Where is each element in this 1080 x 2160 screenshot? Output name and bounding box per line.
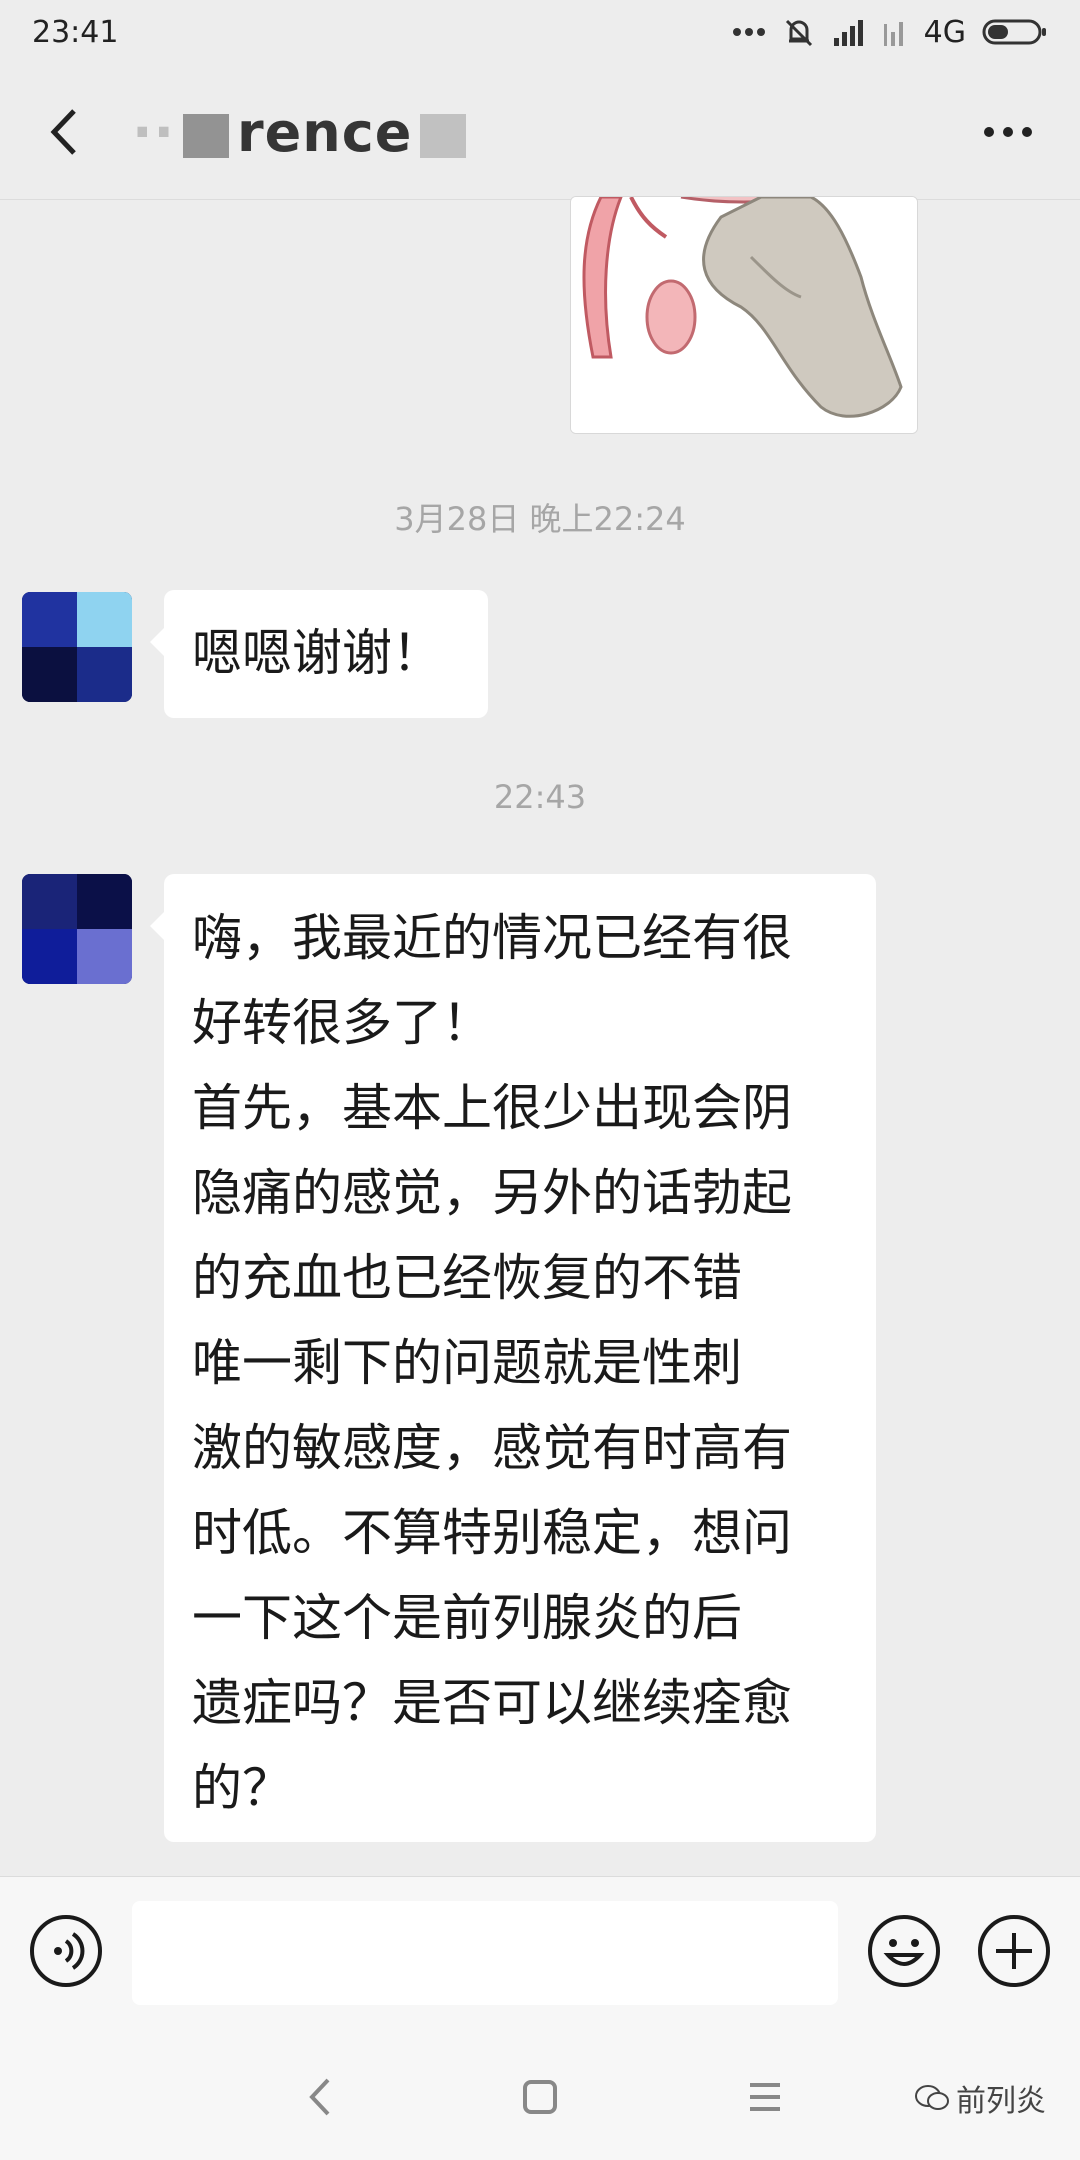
more-notifications-icon — [732, 27, 766, 37]
avatar[interactable] — [22, 592, 132, 702]
voice-icon — [30, 1915, 102, 1987]
avatar[interactable] — [22, 874, 132, 984]
emoji-button[interactable] — [866, 1913, 942, 1989]
network-type: 4G — [923, 14, 966, 50]
message-bubble[interactable]: 嗯嗯谢谢！ — [150, 590, 488, 718]
message-line: 一下这个是前列腺炎的后 — [192, 1589, 742, 1647]
title-mosaic-left: ·· — [132, 100, 176, 164]
emoji-icon — [868, 1915, 940, 1987]
chat-header: ·· rence — [0, 64, 1080, 200]
back-chevron-icon — [50, 109, 76, 155]
message-line: 唯一剩下的问题就是性刺 — [192, 1334, 742, 1392]
back-button[interactable] — [28, 87, 98, 177]
watermark: 前列炎 — [914, 2076, 1046, 2120]
signal-icon — [832, 18, 866, 46]
header-divider — [0, 199, 1080, 200]
message-line: 的？ — [192, 1759, 292, 1817]
message-line: 时低。不算特别稳定，想问 — [192, 1504, 792, 1562]
message-line: 激的敏感度，感觉有时高有 — [192, 1419, 792, 1477]
message-input[interactable] — [132, 1901, 838, 2005]
nav-home-button[interactable] — [515, 2072, 565, 2122]
nav-back-button[interactable] — [296, 2072, 346, 2122]
message-timestamp: 3月28日 晚上22:24 — [394, 500, 686, 538]
plus-icon — [978, 1915, 1050, 1987]
status-time: 23:41 — [32, 14, 119, 50]
title-mosaic — [183, 113, 230, 158]
message-line: 隐痛的感觉，另外的话勃起 — [192, 1164, 792, 1222]
wechat-logo-icon — [915, 2085, 949, 2110]
message-line: 嗨，我最近的情况已经有很 — [192, 909, 792, 967]
message-line: 遗症吗？是否可以继续痊愈 — [192, 1674, 792, 1732]
status-bar: 23:41 4G — [0, 0, 1080, 64]
nav-home-icon — [523, 2080, 557, 2114]
mute-bell-icon — [782, 15, 816, 49]
message-line: 首先，基本上很少出现会阴 — [192, 1079, 792, 1137]
more-functions-button[interactable] — [976, 1913, 1052, 1989]
chat-title: ·· rence — [132, 101, 474, 164]
nav-menu-icon — [750, 2083, 780, 2111]
title-mosaic-right — [420, 113, 467, 158]
more-dots-icon — [984, 127, 1032, 137]
message-line: 的充血也已经恢复的不错 — [192, 1249, 742, 1307]
watermark-text: 前列炎 — [956, 2084, 1046, 2119]
message-timestamp: 22:43 — [493, 778, 587, 816]
message-text: 嗯嗯谢谢！ — [192, 624, 442, 682]
contact-name: rence — [237, 100, 413, 164]
nav-back-icon — [309, 2078, 330, 2116]
status-icons: 4G — [732, 15, 1048, 50]
medical-illustration-image — [571, 197, 917, 433]
more-options-button[interactable] — [976, 100, 1040, 164]
message-line: 好转很多了！ — [192, 994, 492, 1052]
chat-input-bar — [0, 1876, 1080, 2031]
message-bubble[interactable]: 嗨，我最近的情况已经有很 好转很多了！ 首先，基本上很少出现会阴 隐痛的感觉，另… — [150, 874, 876, 1842]
battery-icon — [982, 17, 1048, 47]
image-message[interactable] — [570, 196, 918, 434]
nav-menu-button[interactable] — [740, 2072, 790, 2122]
voice-button[interactable] — [28, 1913, 104, 1989]
signal-secondary-icon — [882, 18, 908, 46]
